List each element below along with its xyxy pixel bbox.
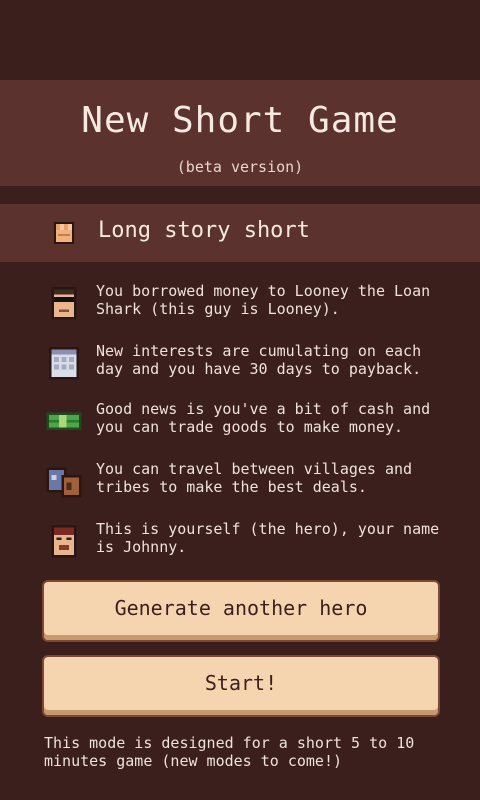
story-text: This is yourself (the hero), your name i…	[96, 520, 440, 556]
page-title: New Short Game	[81, 100, 399, 141]
calendar-icon	[49, 347, 79, 380]
page-subtitle: (beta version)	[176, 158, 304, 176]
story-text: New interests are cumulating on each day…	[96, 342, 422, 378]
cash-icon	[46, 412, 82, 430]
start-button[interactable]: Start!	[44, 657, 438, 715]
generate-hero-button[interactable]: Generate another hero	[44, 582, 438, 640]
village-icon	[46, 467, 82, 498]
loan-shark-icon	[51, 287, 77, 320]
hero-icon	[51, 525, 77, 558]
story-text: You can travel between villages and trib…	[96, 460, 413, 496]
section-title: Long story short	[98, 218, 310, 243]
fist-icon	[54, 222, 74, 244]
footer-note: This mode is designed for a short 5 to 1…	[44, 734, 415, 770]
story-text: You borrowed money to Looney the Loan Sh…	[96, 282, 431, 318]
story-text: Good news is you've a bit of cash and yo…	[96, 400, 431, 436]
